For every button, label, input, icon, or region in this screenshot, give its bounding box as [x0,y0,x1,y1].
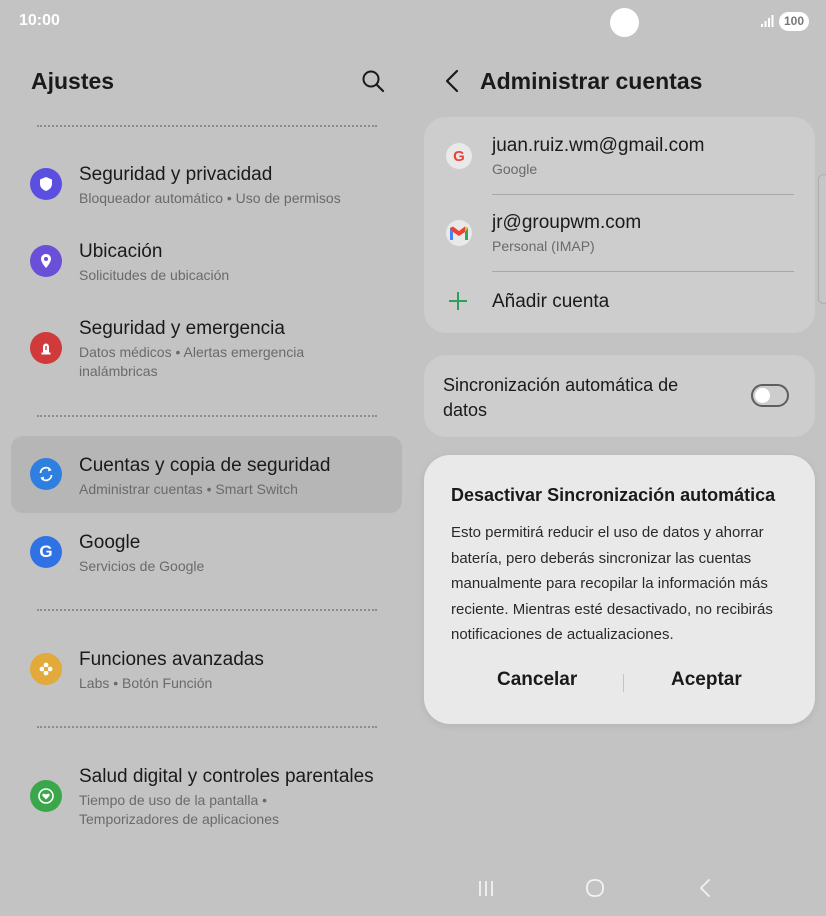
account-type: Google [492,161,538,177]
divider [37,726,377,728]
item-title: Cuentas y copia de seguridad [79,455,331,476]
back-nav-icon[interactable] [693,876,717,900]
divider [37,609,377,611]
accept-button[interactable]: Aceptar [671,669,742,691]
battery-icon: 100 [779,12,809,31]
divider [37,125,377,127]
google-g-icon: G [30,536,62,568]
settings-item-google[interactable]: G Google Servicios de Google [11,518,402,588]
auto-sync-toggle[interactable] [751,384,789,407]
battery-level: 100 [783,14,805,28]
emergency-icon [30,332,62,364]
add-account-label: Añadir cuenta [492,291,610,312]
status-bar: 10:00 100 [0,0,826,44]
item-title: Ubicación [79,241,163,262]
google-g-icon: G [446,143,472,169]
dialog-title: Desactivar Sincronización automática [451,485,776,505]
item-subtitle: Administrar cuentas • Smart Switch [79,481,298,497]
location-pin-icon [30,245,62,277]
settings-item-digital-wellbeing[interactable]: Salud digital y controles parentales Tie… [11,752,402,842]
item-subtitle: Labs • Botón Función [79,675,213,691]
button-separator [623,674,624,692]
sync-icon [30,458,62,490]
settings-title: Ajustes [31,68,115,94]
disable-sync-dialog: Desactivar Sincronización automática Est… [424,455,815,724]
gear-flower-icon [30,653,62,685]
search-icon[interactable] [360,68,386,94]
camera-cutout [610,8,639,37]
divider [37,415,377,417]
item-subtitle: Bloqueador automático • Uso de permisos [79,190,341,206]
accounts-card: G juan.ruiz.wm@gmail.com Google jr@group… [424,117,815,333]
account-item-google[interactable]: G juan.ruiz.wm@gmail.com Google [424,117,815,194]
recent-apps-icon[interactable] [474,876,498,900]
page-title: Administrar cuentas [480,68,703,94]
plus-icon [449,292,467,310]
auto-sync-card[interactable]: Sincronización automática de datos [424,355,815,437]
heart-circle-icon [30,780,62,812]
scrollbar[interactable] [818,174,826,304]
settings-item-accounts-backup[interactable]: Cuentas y copia de seguridad Administrar… [11,436,402,513]
home-icon[interactable] [583,876,607,900]
settings-item-location[interactable]: Ubicación Solicitudes de ubicación [11,227,402,297]
item-title: Google [79,532,141,553]
item-title: Funciones avanzadas [79,649,264,670]
shield-icon [30,168,62,200]
item-subtitle: Servicios de Google [79,558,205,574]
signal-icon [761,15,774,27]
settings-item-safety-emergency[interactable]: Seguridad y emergencia Datos médicos • A… [11,304,402,394]
account-email: jr@groupwm.com [492,212,642,233]
dialog-message: Esto permitirá reducir el uso de datos y… [451,524,773,643]
settings-item-advanced-features[interactable]: Funciones avanzadas Labs • Botón Función [11,635,402,705]
account-item-imap[interactable]: jr@groupwm.com Personal (IMAP) [424,195,815,272]
item-title: Salud digital y controles parentales [79,766,374,787]
item-subtitle: Datos médicos • Alertas emergencia inalá… [79,344,305,379]
item-title: Seguridad y emergencia [79,318,285,339]
account-email: juan.ruiz.wm@gmail.com [492,135,705,156]
settings-item-security-privacy[interactable]: Seguridad y privacidad Bloqueador automá… [11,150,402,220]
item-subtitle: Tiempo de uso de la pantalla • Temporiza… [79,792,279,827]
item-subtitle: Solicitudes de ubicación [79,267,230,283]
auto-sync-label: Sincronización automática de datos [443,375,679,420]
account-type: Personal (IMAP) [492,238,595,254]
status-time: 10:00 [19,12,60,29]
item-title: Seguridad y privacidad [79,164,273,185]
add-account-button[interactable]: Añadir cuenta [424,272,815,333]
cancel-button[interactable]: Cancelar [497,669,577,691]
back-arrow-icon[interactable] [440,68,466,94]
toggle-knob [755,388,770,403]
gmail-icon [446,220,472,246]
